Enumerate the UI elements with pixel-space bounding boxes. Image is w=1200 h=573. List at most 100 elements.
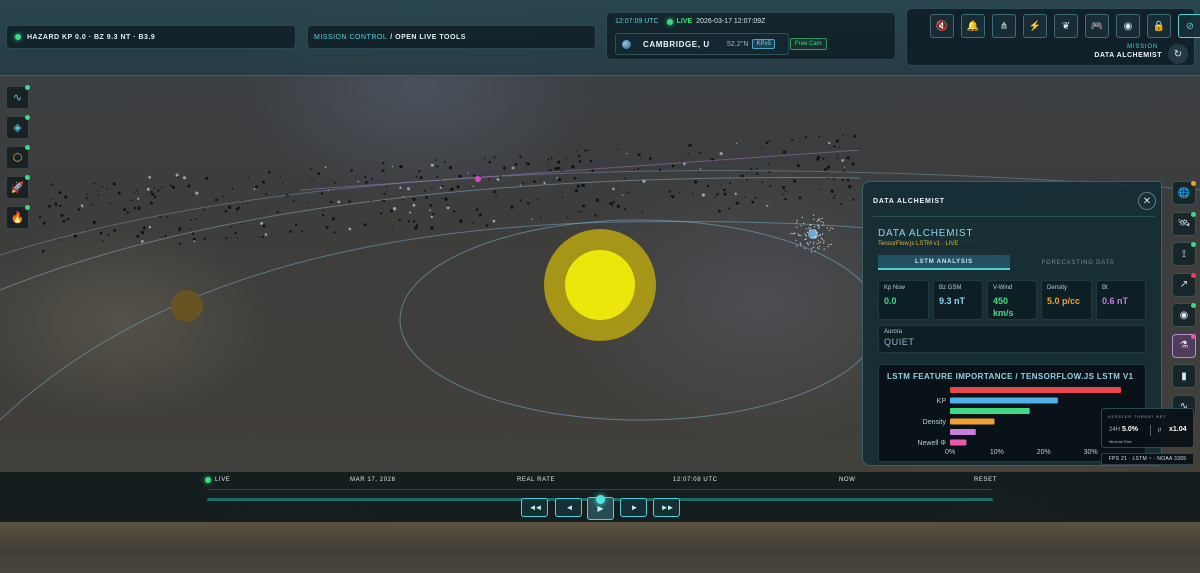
right-tool-satellite[interactable]: 🛰: [1172, 211, 1196, 236]
left-tool-pulse[interactable]: ∿: [6, 85, 30, 109]
now-button[interactable]: NOW: [839, 477, 855, 483]
status-dot-icon: [1191, 242, 1196, 247]
reset-button[interactable]: RESET: [974, 477, 997, 483]
right-tool-globe[interactable]: 🌐: [1172, 181, 1196, 205]
left-tool-shield[interactable]: ⬡: [6, 145, 30, 169]
right-tool-flask[interactable]: ⚗: [1172, 333, 1196, 358]
aurora-status: Aurora QUIET: [878, 325, 1146, 353]
chart-tick-label: 30%: [1084, 449, 1098, 456]
forward-button[interactable]: ►: [620, 498, 647, 517]
panel-header: DATA ALCHEMIST: [873, 198, 945, 205]
chart-tick-label: 0%: [945, 449, 955, 456]
kessler-title: KESSLER THREAT NET: [1108, 414, 1167, 419]
status-dot-icon: [1191, 211, 1196, 217]
planet-jupiter[interactable]: [171, 290, 203, 322]
tab-forecasting-data[interactable]: FORECASTING DATA: [1012, 255, 1144, 270]
broadcast-icon: ◉: [1123, 20, 1133, 32]
metric-label: Bz GSM: [939, 285, 962, 291]
chart-title: LSTM FEATURE IMPORTANCE / TENSORFLOW.JS …: [887, 372, 1134, 381]
divider: [1150, 425, 1151, 436]
planet-comet[interactable]: [475, 176, 481, 182]
kessler-multiplier: x1.04: [1169, 426, 1187, 433]
shield-icon: ⬡: [12, 152, 23, 164]
left-tool-rocket[interactable]: 🚀: [6, 175, 30, 199]
live-status-box: 12:07:09 UTC LIVE 2026-03-17 12:07:09Z C…: [606, 12, 896, 60]
tab-lstm-analysis[interactable]: LSTM ANALYSIS: [878, 255, 1010, 270]
timeline-live[interactable]: LIVE: [205, 477, 230, 483]
left-tool-flame[interactable]: 🔥: [6, 205, 30, 229]
status-dot-icon: [25, 205, 30, 210]
share-icon: ⋔: [999, 20, 1009, 32]
metric-card: V-Wind 450 km/s: [987, 280, 1037, 320]
right-tool-radio[interactable]: ◉: [1172, 303, 1196, 327]
gamepad-button[interactable]: 🎮: [1085, 14, 1109, 38]
space-foreground: [0, 522, 1200, 573]
right-tool-trend[interactable]: ↗: [1172, 272, 1196, 297]
mute-button[interactable]: 🔇: [930, 14, 954, 38]
metric-value: 450 km/s: [993, 296, 1014, 318]
divider: [873, 216, 1155, 217]
flame-icon: 🔥: [10, 212, 25, 224]
bell-icon: 🔔: [966, 20, 980, 32]
lightning-icon: ⚡: [1028, 20, 1042, 32]
flask-icon: ⚗: [1179, 340, 1189, 351]
rewind-button[interactable]: ◄: [555, 498, 582, 517]
status-dot-icon: [25, 175, 30, 180]
trend-icon: ↗: [1179, 279, 1189, 290]
lock-button[interactable]: 🔒: [1147, 14, 1171, 38]
right-tool-bar-chart[interactable]: ▮: [1172, 364, 1196, 388]
timeline-bar: LIVE MAR 17, 2026 REAL RATE 12:07:08 UTC…: [0, 471, 1200, 522]
share-button[interactable]: ⋔: [992, 14, 1016, 38]
metric-card: Bt 0.6 nT: [1096, 280, 1146, 320]
metric-card: Kp Now 0.0: [878, 280, 929, 320]
metric-label: Density: [1047, 285, 1068, 291]
broadcast-button[interactable]: ◉: [1116, 14, 1140, 38]
chart-tick-label: 10%: [990, 449, 1004, 456]
chart-bar: [950, 429, 976, 435]
tool-panel: 🔇 🔔 ⋔ ⚡ ❦ 🎮 ◉ 🔒 ⊘ MISSION DATA ALCHEMIST ↻: [906, 8, 1200, 66]
sun[interactable]: [565, 250, 635, 320]
lightning-button[interactable]: ⚡: [1023, 14, 1047, 38]
status-dot-icon: [25, 85, 30, 90]
metric-label: Kp Now: [884, 285, 906, 291]
left-tool-layers[interactable]: ◈: [6, 115, 30, 139]
globe-icon: [622, 39, 631, 49]
forward-fast-button[interactable]: ►►: [653, 498, 680, 517]
close-button[interactable]: ✕: [1138, 192, 1156, 210]
timeline-live-label: LIVE: [215, 477, 231, 483]
bell-button[interactable]: 🔔: [961, 14, 985, 38]
metric-value: 0.6 nT: [1102, 296, 1129, 306]
leaf-button[interactable]: ❦: [1054, 14, 1078, 38]
refresh-button[interactable]: ↻: [1168, 44, 1188, 64]
timeline-knob[interactable]: [596, 495, 605, 504]
chart-category-label: Density: [923, 419, 947, 426]
status-dot-icon: [25, 115, 30, 120]
location-selector[interactable]: CAMBRIDGE, U 52.2°N KP≥5: [615, 33, 789, 55]
mission-control-link[interactable]: MISSION CONTROL / OPEN LIVE TOOLS: [307, 25, 596, 49]
utc-time: 12:07:09 UTC: [615, 18, 659, 25]
metric-value: 5.0 p/cc: [1047, 296, 1081, 306]
live-dot-icon: [666, 18, 673, 25]
mission-name: DATA ALCHEMIST: [1094, 52, 1162, 59]
panel-title: DATA ALCHEMIST: [878, 228, 974, 239]
status-dot-icon: [25, 145, 30, 150]
asteroid-belt: [39, 134, 860, 253]
compass-button[interactable]: ⊘: [1178, 14, 1200, 38]
kessler-24h-value: 5.0%: [1122, 426, 1138, 433]
chart-bar: [950, 387, 1121, 393]
location-latitude: 52.2°N: [727, 40, 749, 48]
chart-bar: [950, 397, 1058, 404]
leaf-icon: ❦: [1061, 20, 1071, 32]
status-dot-icon: [1191, 181, 1196, 186]
mute-icon: 🔇: [935, 20, 949, 32]
free-cam-button[interactable]: Free Cam: [790, 38, 827, 50]
hazard-text: HAZARD KP 0.0 · BZ 9.3 NT · B3.9: [27, 33, 156, 41]
aurora-value: QUIET: [884, 337, 915, 347]
status-dot-icon: [1191, 272, 1196, 278]
globe-icon: 🌐: [1177, 187, 1191, 199]
right-tool-rss[interactable]: ⟟: [1172, 242, 1196, 266]
rewind-fast-button[interactable]: ◄◄: [521, 498, 548, 517]
kessler-mu-label: μ: [1158, 427, 1162, 433]
chart-category-label: KP: [937, 398, 947, 405]
timeline-rate[interactable]: REAL RATE: [517, 477, 555, 483]
